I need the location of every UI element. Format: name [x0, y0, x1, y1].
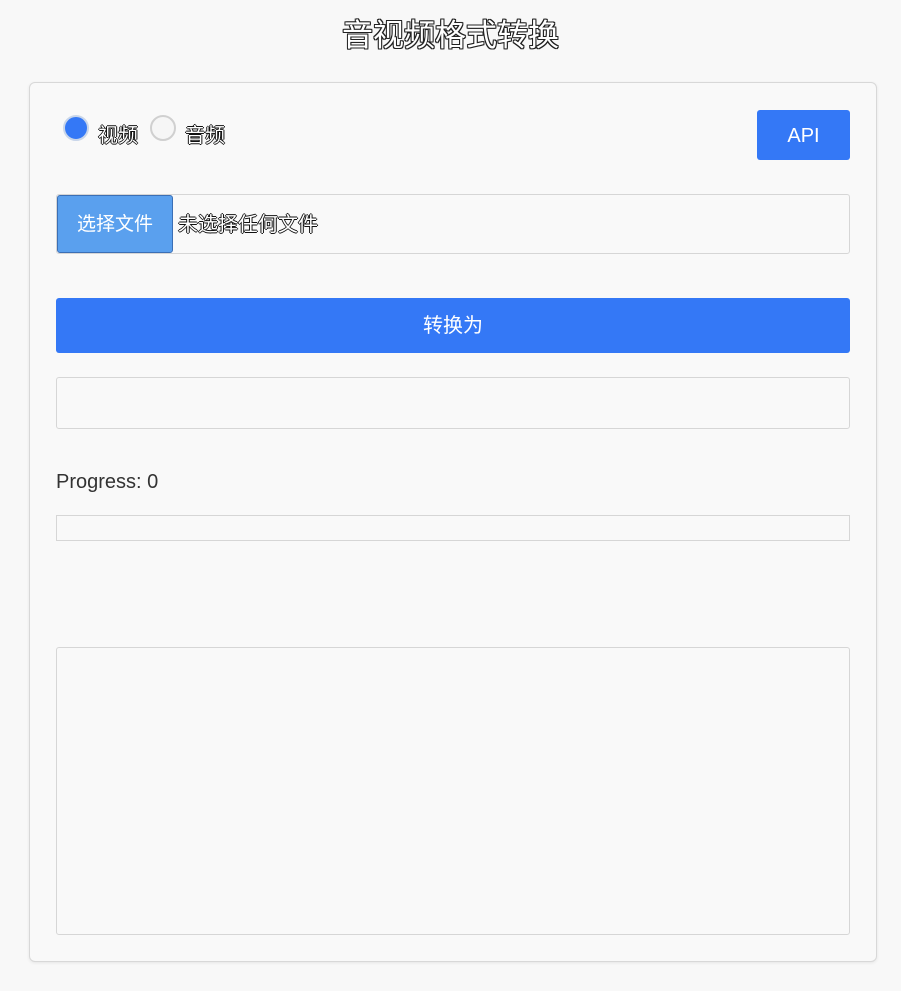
api-button[interactable]: API — [757, 110, 850, 160]
file-status-text: 未选择任何文件 — [178, 212, 318, 236]
radio-option-audio[interactable]: 音频 — [150, 113, 237, 149]
radio-audio-label[interactable]: 音频 — [185, 121, 225, 149]
choose-file-button[interactable]: 选择文件 — [57, 195, 173, 253]
radio-option-video[interactable]: 视频 — [63, 113, 150, 149]
radio-audio[interactable] — [150, 115, 176, 141]
radio-video[interactable] — [63, 115, 89, 141]
convert-button[interactable]: 转换为 — [56, 298, 850, 353]
format-select[interactable] — [56, 377, 850, 429]
progress-bar — [56, 515, 850, 541]
converter-card: 视频 音频 API 选择文件 未选择任何文件 转换为 Progress: 0 — [29, 82, 877, 962]
radio-video-label[interactable]: 视频 — [98, 121, 138, 149]
progress-text: Progress: 0 — [56, 471, 159, 493]
file-input[interactable]: 选择文件 未选择任何文件 — [56, 194, 850, 254]
page-title: 音视频格式转换 — [342, 18, 559, 54]
output-textarea[interactable] — [56, 647, 850, 935]
media-type-radio-group: 视频 音频 — [63, 113, 237, 147]
